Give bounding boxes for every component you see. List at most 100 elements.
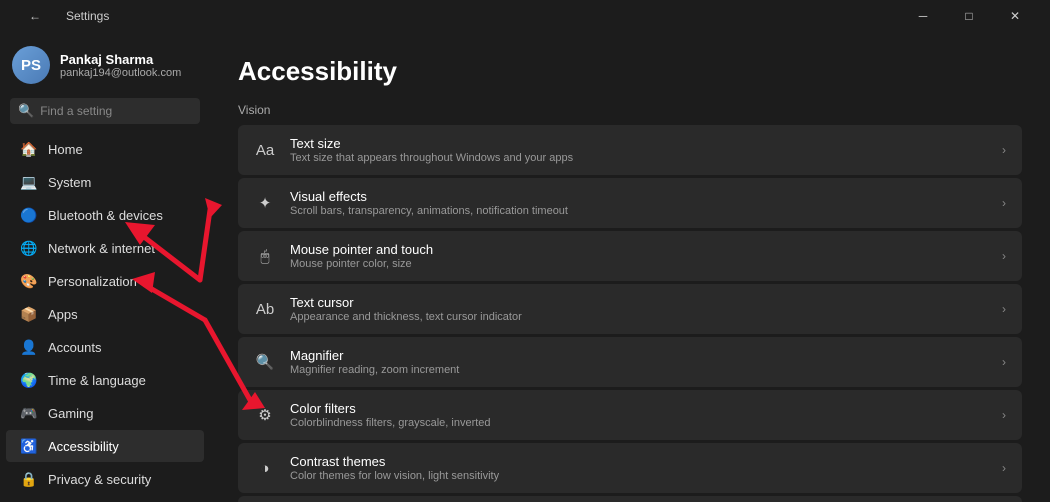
setting-text-text-size: Text size Text size that appears through… xyxy=(290,136,988,164)
setting-text-color-filters: Color filters Colorblindness filters, gr… xyxy=(290,401,988,429)
setting-name-mouse-pointer: Mouse pointer and touch xyxy=(290,242,988,257)
sidebar-item-network[interactable]: 🌐 Network & internet xyxy=(6,232,204,264)
section-label: Vision xyxy=(238,103,1022,117)
setting-name-color-filters: Color filters xyxy=(290,401,988,416)
sidebar-item-bluetooth[interactable]: 🔵 Bluetooth & devices xyxy=(6,199,204,231)
setting-icon-magnifier: 🔍 xyxy=(254,351,276,373)
titlebar-title: Settings xyxy=(66,9,109,23)
setting-text-text-cursor: Text cursor Appearance and thickness, te… xyxy=(290,295,988,323)
profile-info: Pankaj Sharma pankaj194@outlook.com xyxy=(60,52,181,79)
titlebar-left: ← Settings xyxy=(12,0,109,32)
profile-name: Pankaj Sharma xyxy=(60,52,181,67)
search-box[interactable]: 🔍 xyxy=(10,98,200,124)
search-icon: 🔍 xyxy=(18,103,34,119)
chevron-icon-visual-effects: › xyxy=(1002,196,1006,210)
chevron-icon-text-cursor: › xyxy=(1002,302,1006,316)
setting-item-visual-effects[interactable]: ✦ Visual effects Scroll bars, transparen… xyxy=(238,178,1022,228)
sidebar-item-time[interactable]: 🌍 Time & language xyxy=(6,364,204,396)
nav-icon-accessibility: ♿ xyxy=(20,437,38,455)
nav-label-home: Home xyxy=(48,142,83,157)
setting-icon-text-size: Aa xyxy=(254,139,276,161)
close-button[interactable]: ✕ xyxy=(992,0,1038,32)
back-button[interactable]: ← xyxy=(12,0,58,32)
sidebar-item-privacy[interactable]: 🔒 Privacy & security xyxy=(6,463,204,495)
nav-icon-home: 🏠 xyxy=(20,140,38,158)
nav-icon-accounts: 👤 xyxy=(20,338,38,356)
sidebar-item-home[interactable]: 🏠 Home xyxy=(6,133,204,165)
setting-desc-mouse-pointer: Mouse pointer color, size xyxy=(290,258,988,270)
main-content: Accessibility Vision Aa Text size Text s… xyxy=(210,32,1050,502)
sidebar-item-windows-update[interactable]: ⚙ Windows Update xyxy=(6,496,204,502)
nav-label-network: Network & internet xyxy=(48,241,155,256)
chevron-icon-color-filters: › xyxy=(1002,408,1006,422)
titlebar: ← Settings ─ □ ✕ xyxy=(0,0,1050,32)
sidebar-item-accounts[interactable]: 👤 Accounts xyxy=(6,331,204,363)
setting-name-text-size: Text size xyxy=(290,136,988,151)
sidebar-item-gaming[interactable]: 🎮 Gaming xyxy=(6,397,204,429)
setting-desc-visual-effects: Scroll bars, transparency, animations, n… xyxy=(290,205,988,217)
setting-text-magnifier: Magnifier Magnifier reading, zoom increm… xyxy=(290,348,988,376)
nav-icon-personalization: 🎨 xyxy=(20,272,38,290)
setting-item-text-size[interactable]: Aa Text size Text size that appears thro… xyxy=(238,125,1022,175)
setting-icon-visual-effects: ✦ xyxy=(254,192,276,214)
setting-item-narrator[interactable]: 📢 Narrator Voice, verbosity, keyboard, b… xyxy=(238,496,1022,502)
nav-icon-system: 💻 xyxy=(20,173,38,191)
setting-icon-contrast-themes: ◑ xyxy=(254,457,276,479)
sidebar-item-apps[interactable]: 📦 Apps xyxy=(6,298,204,330)
nav-list: 🏠 Home 💻 System 🔵 Bluetooth & devices 🌐 … xyxy=(0,132,210,502)
restore-button[interactable]: □ xyxy=(946,0,992,32)
setting-desc-color-filters: Colorblindness filters, grayscale, inver… xyxy=(290,417,988,429)
nav-label-apps: Apps xyxy=(48,307,78,322)
setting-item-color-filters[interactable]: ⚙ Color filters Colorblindness filters, … xyxy=(238,390,1022,440)
chevron-icon-contrast-themes: › xyxy=(1002,461,1006,475)
setting-item-contrast-themes[interactable]: ◑ Contrast themes Color themes for low v… xyxy=(238,443,1022,493)
settings-list: Aa Text size Text size that appears thro… xyxy=(238,125,1022,502)
sidebar-item-system[interactable]: 💻 System xyxy=(6,166,204,198)
page-title: Accessibility xyxy=(238,56,1022,87)
avatar-initials: PS xyxy=(21,57,41,74)
minimize-button[interactable]: ─ xyxy=(900,0,946,32)
sidebar-item-personalization[interactable]: 🎨 Personalization xyxy=(6,265,204,297)
chevron-icon-mouse-pointer: › xyxy=(1002,249,1006,263)
setting-desc-magnifier: Magnifier reading, zoom increment xyxy=(290,364,988,376)
setting-item-mouse-pointer[interactable]: 🖱 Mouse pointer and touch Mouse pointer … xyxy=(238,231,1022,281)
setting-name-visual-effects: Visual effects xyxy=(290,189,988,204)
nav-icon-gaming: 🎮 xyxy=(20,404,38,422)
search-input[interactable] xyxy=(40,104,195,118)
nav-icon-time: 🌍 xyxy=(20,371,38,389)
titlebar-controls: ─ □ ✕ xyxy=(900,0,1038,32)
nav-label-accessibility: Accessibility xyxy=(48,439,119,454)
setting-icon-text-cursor: Ab xyxy=(254,298,276,320)
nav-label-bluetooth: Bluetooth & devices xyxy=(48,208,163,223)
nav-icon-privacy: 🔒 xyxy=(20,470,38,488)
setting-desc-text-size: Text size that appears throughout Window… xyxy=(290,152,988,164)
setting-text-mouse-pointer: Mouse pointer and touch Mouse pointer co… xyxy=(290,242,988,270)
setting-item-magnifier[interactable]: 🔍 Magnifier Magnifier reading, zoom incr… xyxy=(238,337,1022,387)
setting-icon-mouse-pointer: 🖱 xyxy=(254,245,276,267)
nav-label-personalization: Personalization xyxy=(48,274,137,289)
setting-icon-color-filters: ⚙ xyxy=(254,404,276,426)
profile[interactable]: PS Pankaj Sharma pankaj194@outlook.com xyxy=(0,32,210,94)
setting-desc-contrast-themes: Color themes for low vision, light sensi… xyxy=(290,470,988,482)
profile-email: pankaj194@outlook.com xyxy=(60,67,181,79)
setting-text-visual-effects: Visual effects Scroll bars, transparency… xyxy=(290,189,988,217)
nav-icon-network: 🌐 xyxy=(20,239,38,257)
chevron-icon-magnifier: › xyxy=(1002,355,1006,369)
nav-label-gaming: Gaming xyxy=(48,406,94,421)
setting-desc-text-cursor: Appearance and thickness, text cursor in… xyxy=(290,311,988,323)
nav-label-system: System xyxy=(48,175,91,190)
nav-label-accounts: Accounts xyxy=(48,340,101,355)
sidebar: PS Pankaj Sharma pankaj194@outlook.com 🔍… xyxy=(0,32,210,502)
nav-label-time: Time & language xyxy=(48,373,146,388)
setting-name-magnifier: Magnifier xyxy=(290,348,988,363)
nav-label-privacy: Privacy & security xyxy=(48,472,151,487)
nav-icon-bluetooth: 🔵 xyxy=(20,206,38,224)
nav-icon-apps: 📦 xyxy=(20,305,38,323)
setting-text-contrast-themes: Contrast themes Color themes for low vis… xyxy=(290,454,988,482)
setting-item-text-cursor[interactable]: Ab Text cursor Appearance and thickness,… xyxy=(238,284,1022,334)
setting-name-contrast-themes: Contrast themes xyxy=(290,454,988,469)
avatar: PS xyxy=(12,46,50,84)
app-body: PS Pankaj Sharma pankaj194@outlook.com 🔍… xyxy=(0,32,1050,502)
sidebar-item-accessibility[interactable]: ♿ Accessibility xyxy=(6,430,204,462)
setting-name-text-cursor: Text cursor xyxy=(290,295,988,310)
